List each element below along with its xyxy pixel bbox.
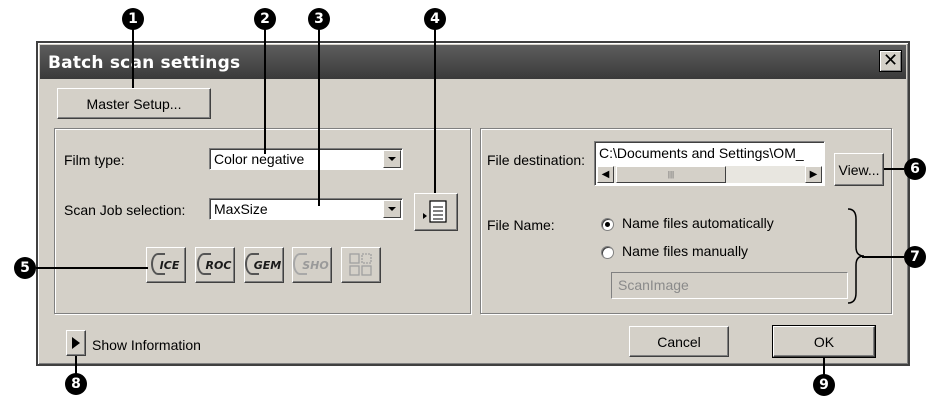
view-label: View... — [838, 161, 880, 178]
callout-3-leader — [318, 29, 320, 206]
show-information-toggle[interactable] — [66, 330, 86, 356]
callout-3: 3 — [308, 8, 330, 30]
callout-6-leader — [884, 168, 904, 170]
scan-job-dropdown[interactable]: MaxSize — [209, 198, 403, 220]
ok-button[interactable]: OK — [772, 325, 876, 358]
scan-job-label: Scan Job selection: — [64, 202, 186, 218]
title-bar[interactable]: Batch scan settings ✕ — [40, 45, 906, 79]
scan-job-settings-button[interactable] — [414, 193, 458, 231]
callout-8: 8 — [65, 373, 87, 395]
cancel-button[interactable]: Cancel — [629, 326, 729, 357]
callout-7-leader — [862, 256, 904, 258]
master-setup-label: Master Setup... — [86, 95, 182, 112]
file-destination-label: File destination: — [487, 152, 586, 168]
gem-icon: GEM — [244, 252, 281, 275]
callout-8-leader — [75, 356, 77, 374]
sho-icon: SHO — [293, 252, 329, 275]
master-setup-button[interactable]: Master Setup... — [57, 88, 211, 119]
radio-auto-label[interactable]: Name files automatically — [622, 215, 774, 231]
view-button[interactable]: View... — [834, 153, 884, 186]
film-type-dropdown[interactable]: Color negative — [209, 148, 403, 170]
callout-4-leader — [434, 29, 436, 193]
radio-name-automatically[interactable] — [601, 218, 614, 231]
ok-label: OK — [813, 333, 835, 350]
grid-icon — [349, 253, 372, 276]
show-information-label[interactable]: Show Information — [92, 337, 201, 353]
sho-button[interactable]: SHO — [292, 247, 332, 283]
scrollbar-thumb[interactable]: ||| — [616, 166, 726, 183]
callout-2-leader — [264, 29, 266, 154]
cancel-label: Cancel — [657, 333, 701, 350]
callout-6: 6 — [904, 158, 926, 180]
play-arrow-icon — [72, 337, 80, 349]
callout-7-brace — [847, 208, 865, 304]
scan-job-value: MaxSize — [214, 201, 268, 217]
scroll-left-icon[interactable]: ◀ — [597, 166, 614, 183]
callout-7: 7 — [904, 246, 926, 268]
scroll-right-icon[interactable]: ▶ — [805, 166, 822, 183]
radio-name-manually[interactable] — [601, 246, 614, 259]
callout-1-leader — [132, 29, 134, 88]
file-name-value: ScanImage — [618, 277, 689, 293]
file-destination-field[interactable]: C:\Documents and Settings\OM_ ◀ ||| ▶ — [594, 141, 825, 186]
document-settings-icon — [423, 200, 447, 223]
roc-icon: ROC — [196, 252, 231, 275]
callout-2: 2 — [254, 8, 276, 30]
gem-button[interactable]: GEM — [244, 247, 284, 283]
window-title: Batch scan settings — [48, 53, 241, 73]
ice-button[interactable]: ICE — [146, 247, 186, 283]
callout-9: 9 — [813, 374, 835, 396]
callout-5: 5 — [14, 257, 36, 279]
callout-5-leader — [36, 267, 148, 269]
callout-1: 1 — [122, 8, 144, 30]
chevron-down-icon[interactable] — [383, 150, 401, 168]
callout-4: 4 — [424, 8, 446, 30]
file-name-input[interactable]: ScanImage — [611, 272, 848, 299]
radio-manual-label[interactable]: Name files manually — [622, 243, 748, 259]
file-destination-value: C:\Documents and Settings\OM_ — [599, 145, 804, 161]
close-button[interactable]: ✕ — [879, 50, 902, 72]
roc-button[interactable]: ROC — [195, 247, 235, 283]
chevron-down-icon[interactable] — [383, 200, 401, 218]
file-name-label: File Name: — [487, 217, 555, 233]
film-type-label: Film type: — [64, 152, 125, 168]
grid-button[interactable] — [341, 247, 381, 283]
ice-icon: ICE — [150, 252, 179, 275]
film-type-value: Color negative — [214, 151, 305, 167]
horizontal-scrollbar[interactable]: ◀ ||| ▶ — [597, 166, 822, 183]
